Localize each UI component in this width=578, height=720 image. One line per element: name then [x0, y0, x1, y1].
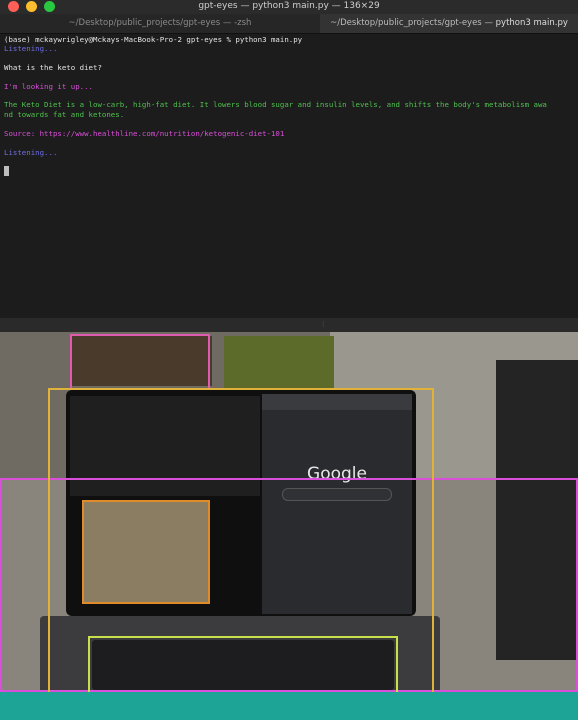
detection-box-keyboard — [88, 636, 398, 694]
tab-python-main[interactable]: ~/Desktop/public_projects/gpt-eyes — pyt… — [320, 14, 578, 33]
drag-handle-icon: ⁝ — [322, 320, 325, 329]
terminal-output[interactable]: (base) mckaywrigley@Mckays-MacBook-Pro-2… — [0, 34, 578, 324]
user-question: What is the keto diet? — [4, 63, 102, 72]
status-listening: Listening... — [4, 44, 58, 53]
detection-box-inner-screen — [82, 500, 210, 604]
tab-zsh[interactable]: ~/Desktop/public_projects/gpt-eyes — -zs… — [0, 14, 320, 33]
status-listening-again: Listening... — [4, 148, 58, 157]
source-link: Source: https://www.healthline.com/nutri… — [4, 129, 285, 138]
tab-path-label: ~/Desktop/public_projects/gpt-eyes — — [330, 18, 496, 28]
tab-bar: ~/Desktop/public_projects/gpt-eyes — -zs… — [0, 14, 578, 34]
answer-line-2: nd towards fat and ketones. — [4, 110, 125, 119]
answer-line-1: The Keto Diet is a low-carb, high-fat di… — [4, 100, 547, 109]
pane-divider[interactable]: ⁝ — [0, 318, 578, 332]
detection-box-pink-chair — [70, 334, 210, 390]
teal-band — [0, 692, 578, 720]
terminal-cursor — [4, 166, 9, 176]
tab-command-label: python3 main.py — [495, 18, 568, 28]
window-title: gpt-eyes — python3 main.py — 136×29 — [198, 1, 380, 11]
status-looking-up: I'm looking it up... — [4, 82, 93, 91]
window-titlebar: gpt-eyes — python3 main.py — 136×29 — [0, 0, 578, 14]
plant — [224, 336, 334, 392]
